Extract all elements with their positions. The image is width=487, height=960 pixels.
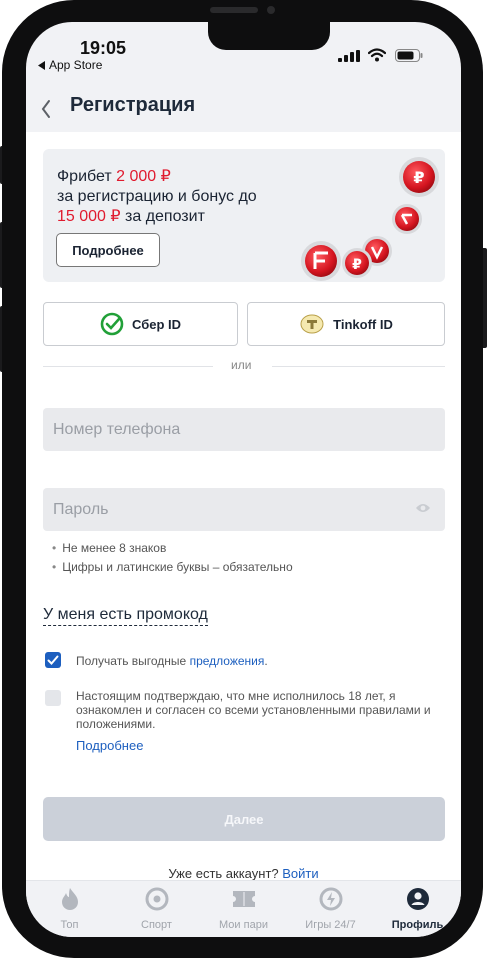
status-time: 19:05	[80, 38, 127, 58]
sber-id-label: Сбер ID	[131, 316, 182, 332]
svg-text:₽: ₽	[352, 257, 362, 273]
ticket-icon	[232, 891, 255, 907]
chevron-left-icon[interactable]	[40, 98, 52, 120]
login-prompt: Уже есть аккаунт? Войти	[26, 866, 461, 881]
next-button[interactable]: Далее	[43, 797, 445, 841]
back-triangle-icon	[38, 60, 45, 70]
target-icon	[145, 887, 168, 911]
password-input[interactable]: Пароль	[43, 488, 445, 531]
offers-checkbox[interactable]	[45, 652, 61, 668]
tab-top-label: Топ	[60, 919, 79, 931]
svg-text:₽: ₽	[413, 168, 424, 187]
signal-icon	[338, 50, 360, 62]
tab-games-label: Игры 24/7	[305, 919, 356, 931]
promo-line1-prefix: Фрибет	[57, 168, 117, 185]
check-icon	[47, 655, 59, 665]
profile-icon	[406, 888, 429, 910]
screen: 19:05 App Store Регистрация Фрибет 2 000…	[26, 22, 461, 937]
offers-label: Получать выгодные предложения.	[76, 654, 268, 668]
age-confirm-checkbox[interactable]	[45, 690, 61, 706]
promo-line2: за регистрацию и бонус до	[57, 188, 257, 205]
fire-icon	[61, 888, 78, 910]
page-header: Регистрация	[26, 82, 461, 134]
divider-left	[43, 366, 213, 367]
phone-input[interactable]: Номер телефона	[43, 408, 445, 451]
sber-id-button[interactable]: Сбер ID	[43, 302, 238, 346]
back-to-app-link[interactable]: App Store	[38, 58, 102, 72]
login-link[interactable]: Войти	[282, 866, 318, 881]
tinkoff-id-button[interactable]: Tinkoff ID	[247, 302, 445, 346]
tinkoff-logo-icon	[300, 314, 324, 334]
login-text: Уже есть аккаунт?	[168, 866, 283, 881]
phone-placeholder: Номер телефона	[53, 420, 181, 438]
page-title: Регистрация	[70, 94, 196, 116]
tab-bar: Топ Спорт Мои пари Игры 24/7 Профиль	[26, 880, 461, 937]
wifi-icon	[368, 48, 386, 62]
coins-illustration: ₽ ₽	[301, 157, 439, 281]
password-hint-length: Не менее 8 знаков	[52, 541, 166, 555]
speaker	[210, 7, 258, 13]
back-app-label: App Store	[49, 58, 103, 72]
tab-games[interactable]: Игры 24/7	[287, 887, 374, 931]
promo-code-link[interactable]: У меня есть промокод	[43, 606, 208, 626]
password-placeholder: Пароль	[53, 500, 109, 518]
notch	[208, 22, 330, 50]
promo-line3-suffix: за депозит	[120, 208, 205, 225]
battery-icon	[395, 49, 423, 62]
tab-profile-label: Профиль	[391, 919, 444, 931]
divider-right	[272, 366, 445, 367]
front-camera	[267, 6, 275, 14]
promo-freebet-amount: 2 000 ₽	[116, 168, 171, 185]
promo-details-button[interactable]: Подробнее	[56, 233, 160, 267]
offers-dot: .	[264, 654, 268, 668]
registration-form: Фрибет 2 000 ₽ за регистрацию и бонус до…	[26, 132, 461, 882]
offers-link[interactable]: предложения	[190, 654, 265, 668]
tinkoff-id-label: Tinkoff ID	[333, 316, 393, 332]
sber-logo-icon	[100, 312, 124, 336]
lightning-icon	[319, 887, 342, 911]
offers-text: Получать выгодные	[76, 654, 190, 668]
tab-top[interactable]: Топ	[26, 887, 113, 931]
details-link[interactable]: Подробнее	[76, 739, 143, 753]
tab-my-bets[interactable]: Мои пари	[200, 887, 287, 931]
tab-sport[interactable]: Спорт	[113, 887, 200, 931]
tab-my-bets-label: Мои пари	[219, 919, 268, 931]
eye-icon[interactable]	[415, 502, 431, 514]
phone-frame: 19:05 App Store Регистрация Фрибет 2 000…	[0, 0, 487, 960]
promo-bonus-amount: 15 000 ₽	[57, 208, 121, 225]
or-label: или	[231, 358, 252, 372]
tab-profile[interactable]: Профиль	[374, 887, 461, 931]
promo-text: Фрибет 2 000 ₽ за регистрацию и бонус до…	[57, 167, 257, 227]
password-hint-chars: Цифры и латинские буквы – обязательно	[52, 560, 292, 574]
age-confirm-text: Настоящим подтверждаю, что мне исполнило…	[76, 689, 431, 731]
tab-sport-label: Спорт	[141, 919, 172, 931]
promo-banner[interactable]: Фрибет 2 000 ₽ за регистрацию и бонус до…	[43, 149, 445, 282]
